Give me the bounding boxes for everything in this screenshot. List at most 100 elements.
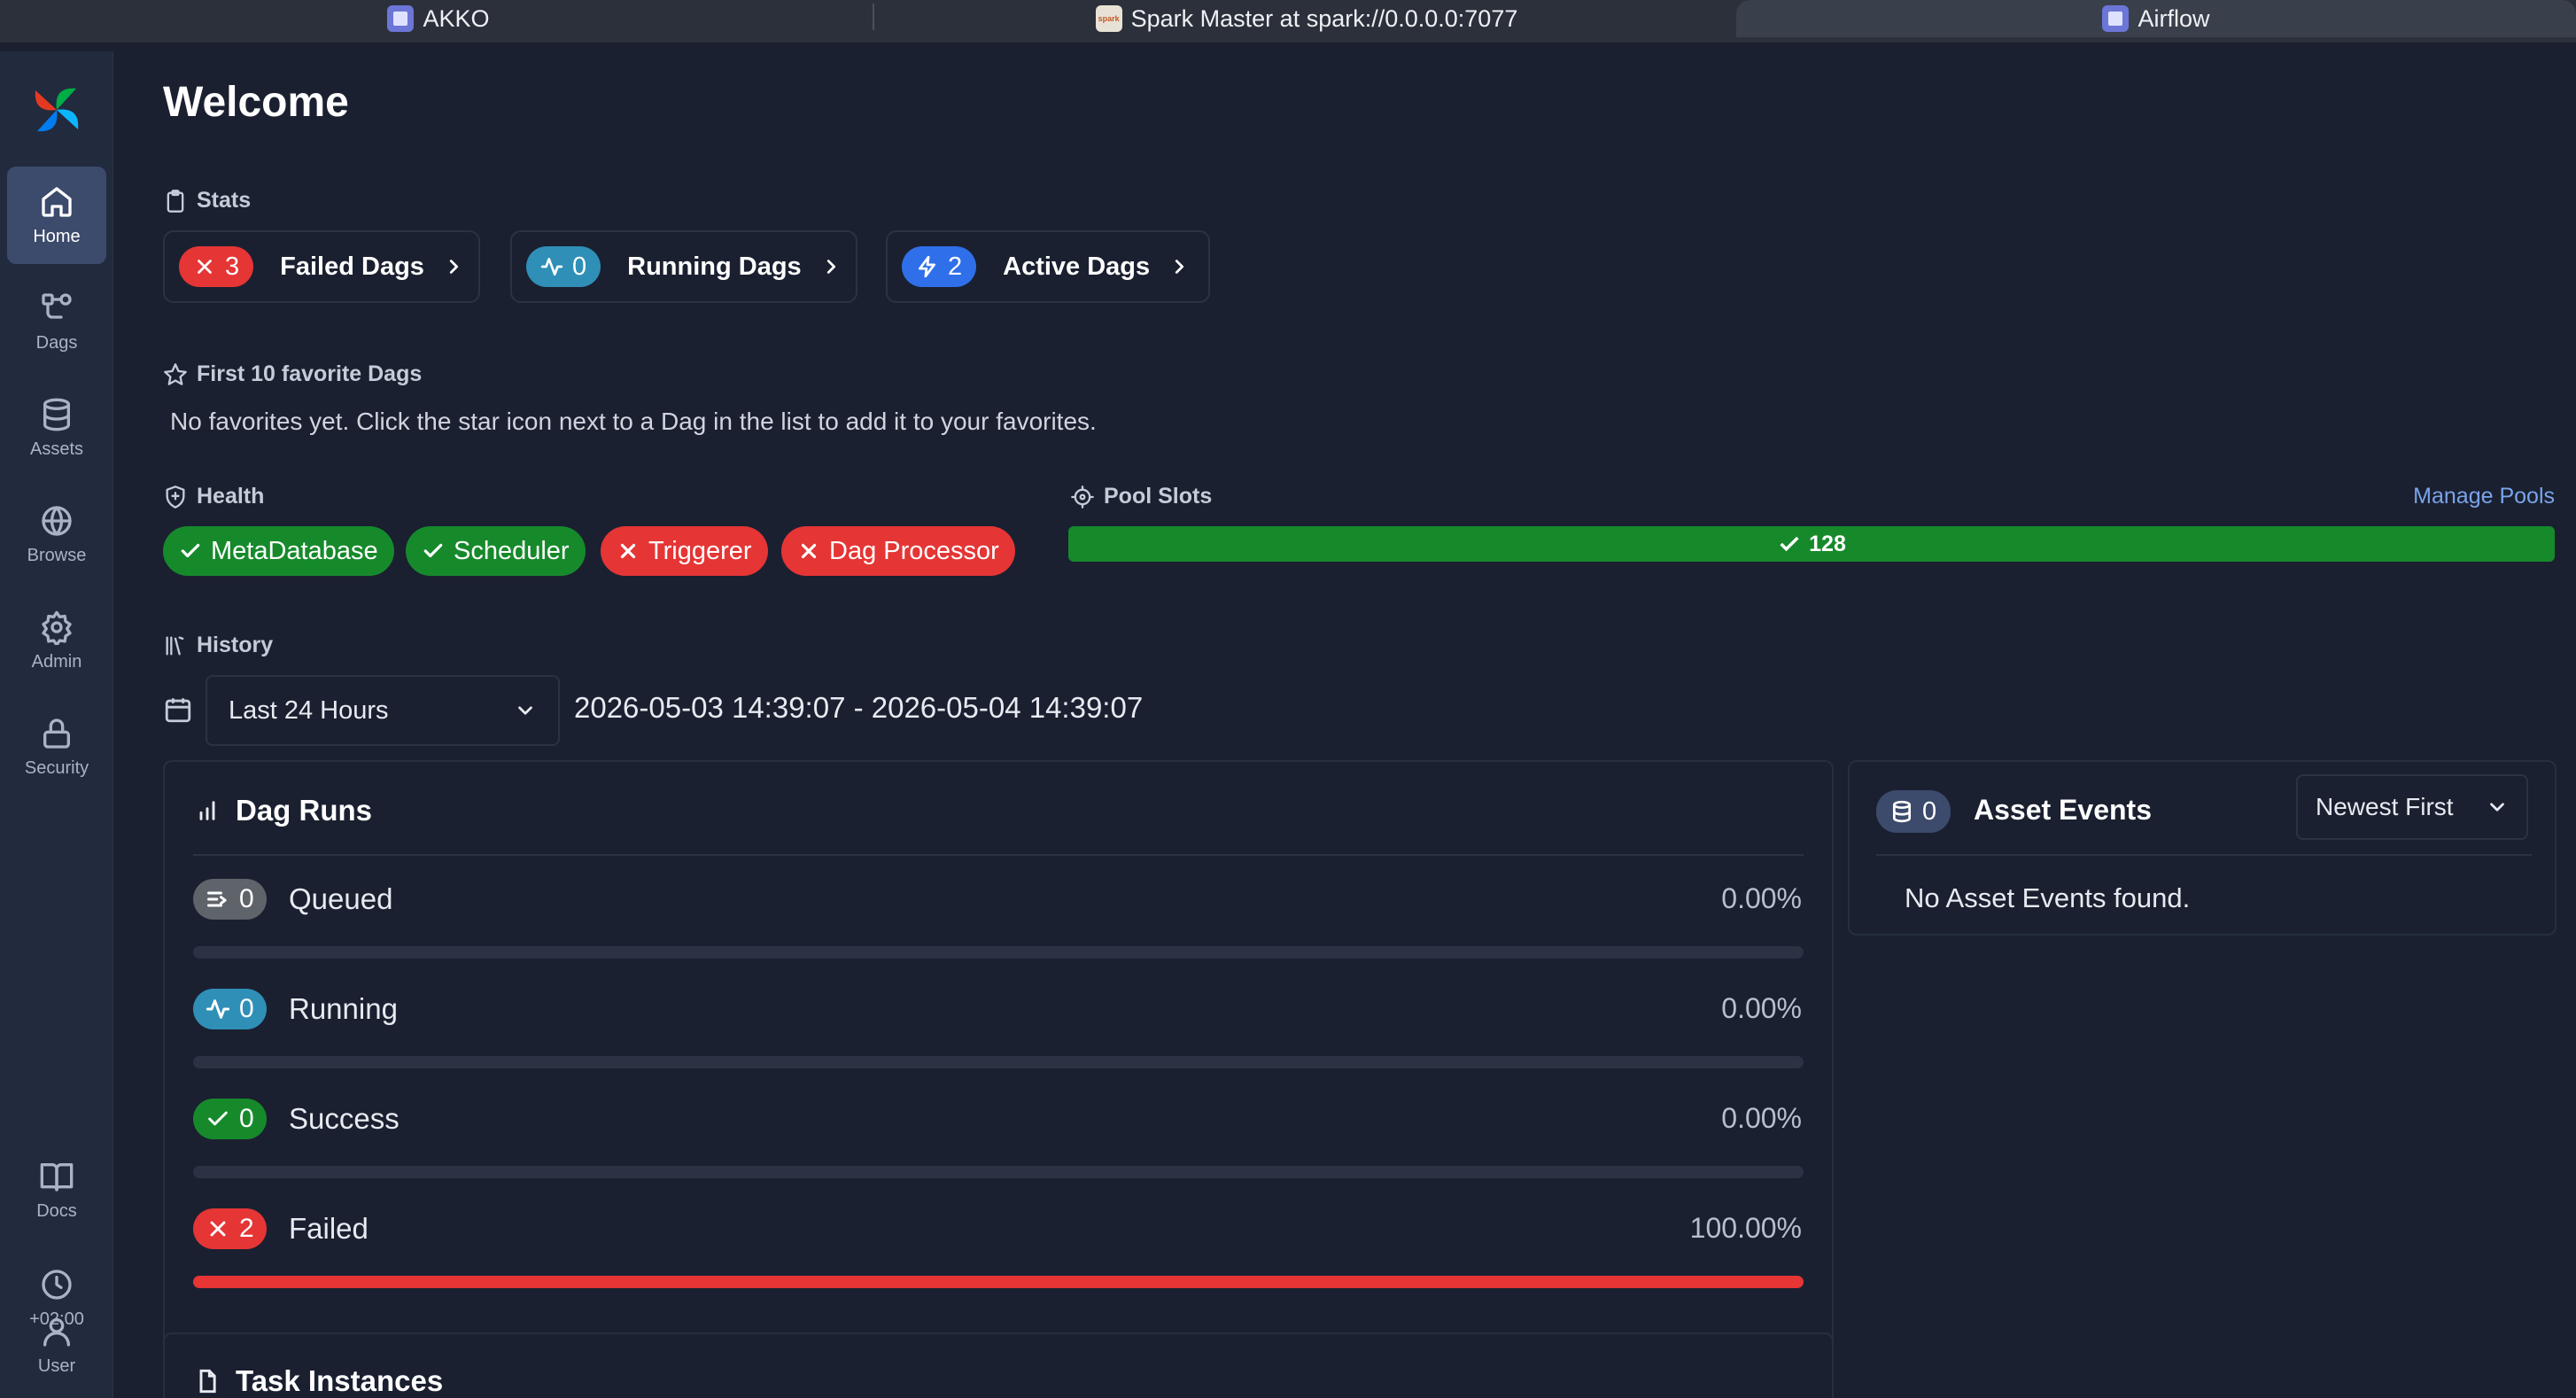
x-icon [620,543,636,559]
sidebar-item-label: Home [33,226,81,246]
dag-run-state-percent: 0.00% [1721,1102,1802,1134]
history-heading: History [163,633,273,658]
dag-run-state-label[interactable]: Queued [289,882,392,916]
crosshair-icon [1071,485,1094,509]
library-icon [166,636,184,655]
tab-label: AKKO [423,4,490,32]
sidebar-item-dags[interactable]: Dags [7,273,106,370]
sidebar-item-docs[interactable]: Docs [7,1141,106,1239]
task-instances-title: Task Instances [195,1364,443,1398]
browser-tab-spark[interactable]: spark Spark Master at spark://0.0.0.0:70… [877,0,1736,37]
health-label: Triggerer [648,536,752,565]
sidebar-item-user[interactable]: User [7,1299,106,1391]
check-icon [1780,536,1799,552]
range-select-value: Last 24 Hours [229,695,389,725]
history-range-text: 2026-05-03 14:39:07 - 2026-05-04 14:39:0… [574,691,1144,724]
dags-icon [42,292,72,319]
clock-icon [42,1269,72,1300]
badge-count: 0 [1922,796,1937,826]
tab-label: Spark Master at spark://0.0.0.0:7077 [1130,4,1518,32]
x-icon [801,543,817,559]
dag-run-state-progress-bar [193,1056,1804,1068]
dag-run-state-label[interactable]: Running [289,992,398,1026]
spark-favicon-icon: spark [1095,5,1122,32]
favorites-heading: First 10 favorite Dags [163,361,422,387]
sidebar-item-admin[interactable]: Admin [7,592,106,689]
sidebar-item-home[interactable]: Home [7,167,106,264]
page-title: Welcome [163,79,349,126]
dag-runs-title-text: Dag Runs [236,794,373,827]
sidebar-item-assets[interactable]: Assets [7,379,106,477]
health-dag-processor[interactable]: Dag Processor [781,526,1015,576]
history-range-select[interactable]: Last 24 Hours [206,675,560,746]
sidebar-item-label: Admin [31,651,82,672]
browser-tab-akko[interactable]: AKKO [0,0,877,37]
browser-tab-bar: AKKO spark Spark Master at spark://0.0.0… [0,0,2576,43]
x-icon [198,260,212,274]
dag-run-state-percent: 0.00% [1721,992,1802,1024]
dag-run-state-label[interactable]: Success [289,1102,400,1136]
stat-label: Failed Dags [280,252,424,281]
failed-dags-card[interactable]: 3 Failed Dags [163,230,480,303]
queued-count-badge: 0 [193,879,267,920]
health-scheduler[interactable]: Scheduler [406,526,586,576]
badge-count: 2 [239,1214,254,1243]
dag-run-state-percent: 0.00% [1721,882,1802,914]
divider [1876,854,2532,856]
dag-runs-title: Dag Runs [195,794,372,827]
calendar-icon [165,698,191,723]
stat-label: Active Dags [1003,252,1151,281]
pool-slots-bar[interactable]: 128 [1068,526,2555,562]
manage-pools-link[interactable]: Manage Pools [2413,484,2555,509]
health-label: Scheduler [454,536,570,565]
airflow-favicon-icon [2102,5,2130,32]
dag-run-state-percent: 100.00% [1689,1212,1802,1244]
asset-events-title: Asset Events [1974,794,2152,826]
dag-run-state-label[interactable]: Failed [289,1212,369,1246]
lock-icon [43,718,70,749]
sidebar-item-label: User [37,1355,76,1376]
activity-icon [540,257,563,276]
pool-slots-heading: Pool Slots [1070,484,1212,509]
health-label: Dag Processor [829,536,999,565]
database-icon [43,398,71,431]
activity-icon [206,999,230,1019]
badge-count: 0 [239,994,254,1023]
browser-tab-airflow[interactable]: Airflow [1736,0,2576,37]
chevron-right-icon [449,260,458,274]
sidebar: Home Dags Assets Browse Admin Security D… [0,51,113,1398]
sort-value: Newest First [2316,793,2454,820]
sidebar-item-label: Assets [29,439,84,459]
active-dags-card[interactable]: 2 Active Dags [886,230,1210,303]
dag-run-state-progress-bar [193,946,1804,959]
check-icon [423,543,443,558]
health-triggerer[interactable]: Triggerer [601,526,768,576]
sidebar-item-label: Docs [36,1200,77,1221]
gear-icon [42,610,72,645]
divider [193,854,1804,856]
chevron-down-icon [518,706,532,715]
chevron-down-icon [2490,803,2504,812]
dag-run-state-progress-bar [193,1276,1804,1288]
stat-label: Running Dags [627,252,802,281]
sidebar-item-security[interactable]: Security [7,698,106,796]
task-instances-title-text: Task Instances [236,1364,444,1397]
health-heading: Health [163,484,264,509]
globe-icon [42,505,72,536]
health-label: Health [197,484,265,509]
task-instances-panel: Task Instances [163,1332,1834,1398]
badge-count: 3 [225,252,240,281]
main-content: Welcome Stats 3 Failed Dags 0 Running Da… [113,43,2576,1398]
running-dags-card[interactable]: 0 Running Dags [510,230,857,303]
success-count-badge: 0 [193,1099,267,1139]
sidebar-item-label: Browse [27,545,87,565]
pool-slots-value: 128 [1809,531,1846,556]
asset-events-sort-select[interactable]: Newest First [2296,774,2528,840]
asset-events-panel: 0 Asset Events Newest First No Asset Eve… [1848,760,2557,936]
failed-count-badge: 2 [193,1208,267,1249]
running-dags-badge: 0 [526,246,601,287]
airflow-logo-icon[interactable] [28,82,85,138]
health-metadatabase[interactable]: MetaDatabase [163,526,394,576]
database-icon [1892,800,1912,823]
sidebar-item-browse[interactable]: Browse [7,485,106,583]
